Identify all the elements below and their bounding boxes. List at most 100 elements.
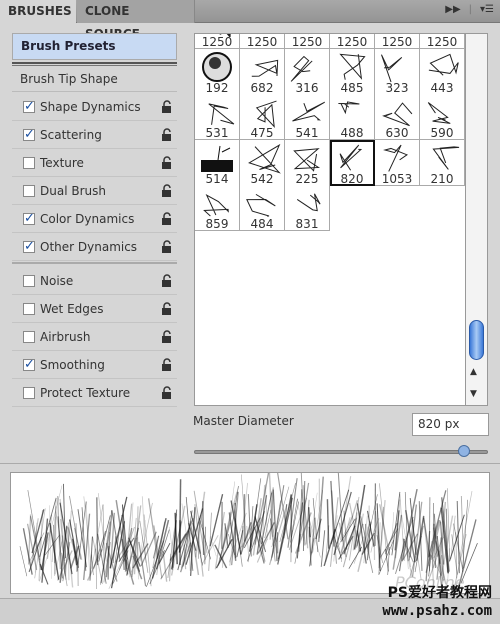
brush-preset-cell[interactable]: 323 — [375, 48, 420, 95]
brush-preset-cell[interactable]: 316 — [285, 48, 330, 95]
divider — [0, 463, 500, 464]
brush-thumbnail — [381, 53, 403, 82]
brush-preset-cell[interactable]: 485 — [330, 48, 375, 95]
lock-icon[interactable] — [161, 240, 172, 253]
brush-preset-cell[interactable]: 820 — [330, 139, 375, 186]
slider-knob[interactable] — [458, 445, 471, 457]
lock-icon[interactable] — [161, 386, 172, 399]
brush-preset-cell[interactable]: 1250 — [195, 34, 240, 49]
option-protect-texture[interactable]: Protect Texture — [12, 379, 177, 407]
fast-forward-icon[interactable]: ▶▶ — [445, 4, 460, 15]
option-scattering[interactable]: ✓ Scattering — [12, 121, 177, 149]
master-diameter-label: Master Diameter — [193, 414, 294, 428]
lock-icon[interactable] — [161, 274, 172, 287]
option-label: Protect Texture — [40, 386, 131, 400]
brush-preset-cell[interactable]: 1053 — [375, 139, 420, 186]
brush-preset-cell[interactable]: 488 — [330, 94, 375, 140]
brush-size: 210 — [430, 171, 454, 186]
scroll-down-arrow-icon[interactable]: ▼ — [470, 389, 477, 399]
tab-brushes[interactable]: BRUSHES — [0, 0, 76, 24]
option-noise[interactable]: Noise — [12, 267, 177, 295]
brush-thumbnail — [202, 51, 232, 82]
option-smoothing[interactable]: ✓ Smoothing — [12, 351, 177, 379]
checkbox[interactable] — [23, 157, 35, 169]
checkbox[interactable]: ✓ — [23, 128, 35, 141]
master-diameter-slider[interactable] — [194, 450, 488, 454]
brush-thumbnail — [432, 145, 460, 170]
option-texture[interactable]: Texture — [12, 149, 177, 177]
checkbox[interactable]: ✓ — [23, 212, 35, 225]
lock-icon[interactable] — [161, 184, 172, 197]
grass-blade — [401, 488, 418, 562]
grass-blade — [147, 498, 159, 559]
scroll-thumb[interactable] — [469, 320, 484, 360]
checkbox[interactable]: ✓ — [23, 358, 35, 371]
checkbox[interactable]: ✓ — [23, 240, 35, 253]
lock-icon[interactable] — [161, 358, 172, 371]
checkbox[interactable] — [23, 387, 35, 399]
checkbox[interactable] — [23, 331, 35, 343]
lock-icon[interactable] — [161, 212, 172, 225]
option-color-dynamics[interactable]: ✓ Color Dynamics — [12, 205, 177, 233]
panel-menu-icon[interactable]: ▾☰ — [480, 4, 494, 15]
lock-icon[interactable] — [161, 156, 172, 169]
brush-preset-cell[interactable]: 225 — [285, 139, 330, 186]
brush-preset-cell[interactable]: 630 — [375, 94, 420, 140]
option-label: Airbrush — [40, 330, 91, 344]
brush-preset-cell[interactable]: 443 — [420, 48, 465, 95]
watermark-line2: www.psahz.com — [382, 603, 492, 619]
brush-preset-cell[interactable]: 541 — [285, 94, 330, 140]
lock-icon[interactable] — [161, 128, 172, 141]
brush-preset-cell[interactable]: 484 — [240, 185, 285, 231]
brush-preset-cell[interactable]: 531 — [195, 94, 240, 140]
brush-thumbnail — [338, 101, 360, 115]
option-shape-dynamics[interactable]: ✓ Shape Dynamics — [12, 93, 177, 121]
lock-icon[interactable] — [161, 330, 172, 343]
scroll-up-arrow-icon[interactable]: ▲ — [470, 367, 477, 377]
divider — [12, 62, 177, 66]
brush-size: 443 — [430, 80, 454, 95]
brush-preset-cell[interactable]: 1250 — [240, 34, 285, 49]
brush-size: 484 — [250, 217, 274, 231]
brush-size: 1250 — [381, 35, 413, 49]
lock-icon[interactable] — [161, 100, 172, 113]
brush-preset-cell[interactable]: 192 — [195, 48, 240, 95]
master-diameter-input[interactable]: 820 px — [412, 413, 489, 436]
option-dual-brush[interactable]: Dual Brush — [12, 177, 177, 205]
brush-preset-cell[interactable]: 1250 — [420, 34, 465, 49]
brush-preset-cell[interactable]: 1250 — [330, 34, 375, 49]
brush-tip-shape-item[interactable]: Brush Tip Shape — [12, 67, 177, 92]
option-wet-edges[interactable]: Wet Edges — [12, 295, 177, 323]
grass-blade — [432, 502, 434, 569]
option-airbrush[interactable]: Airbrush — [12, 323, 177, 351]
checkbox[interactable] — [23, 185, 35, 197]
lock-icon[interactable] — [161, 302, 172, 315]
checkbox[interactable] — [23, 275, 35, 287]
brush-thumbnail — [428, 53, 459, 76]
brush-preset-cell[interactable]: 1250 — [285, 34, 330, 49]
scrollbar[interactable]: ▲ ▼ — [466, 33, 488, 406]
brush-thumbnail — [339, 53, 366, 80]
checkbox[interactable]: ✓ — [23, 100, 35, 113]
brush-size: 485 — [340, 80, 364, 95]
grass-blade — [234, 503, 237, 559]
checkbox[interactable] — [23, 303, 35, 315]
brush-preset-cell[interactable]: 859 — [195, 185, 240, 231]
brush-preset-cell[interactable]: 514 — [195, 139, 240, 186]
option-other-dynamics[interactable]: ✓ Other Dynamics — [12, 233, 177, 261]
watermark: PS爱好者教程网 www.psahz.com — [382, 584, 492, 620]
brush-preset-cell[interactable]: 590 — [420, 94, 465, 140]
brush-preset-cell[interactable]: 475 — [240, 94, 285, 140]
brush-size: 1250 — [426, 35, 458, 49]
brush-size: 514 — [205, 171, 229, 186]
brush-preset-cell[interactable]: 1250 — [375, 34, 420, 49]
grass-blade — [202, 501, 205, 556]
brush-preset-cell[interactable]: 831 — [285, 185, 330, 231]
brush-presets-item[interactable]: Brush Presets — [12, 33, 177, 60]
brush-preset-cell[interactable]: 542 — [240, 139, 285, 186]
tab-clone-source[interactable]: CLONE SOURCE — [77, 0, 195, 41]
brush-preset-cell[interactable]: 682 — [240, 48, 285, 95]
brush-size: 323 — [385, 80, 409, 95]
brush-preset-cell[interactable]: 210 — [420, 139, 465, 186]
grass-blade — [155, 519, 170, 570]
